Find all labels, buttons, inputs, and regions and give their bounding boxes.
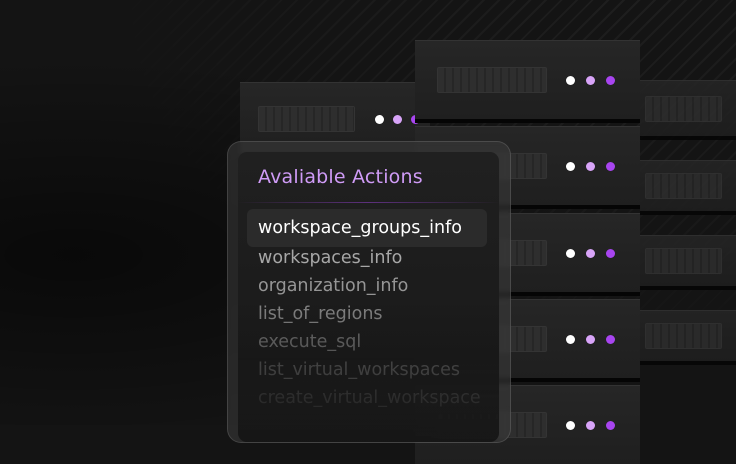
drive-bay-panel	[645, 173, 722, 199]
status-led-icon	[586, 75, 595, 85]
server-rack-back	[640, 80, 736, 425]
drive-bay-panel	[437, 67, 547, 93]
status-led-icon	[393, 114, 402, 124]
status-led-icon	[566, 248, 575, 258]
server-unit	[415, 40, 640, 119]
action-list: workspace_groups_info workspaces_info or…	[247, 209, 487, 412]
status-led-icon	[566, 420, 575, 430]
title-divider	[238, 202, 499, 203]
status-led-icon	[606, 248, 615, 258]
action-item-workspace-groups-info[interactable]: workspace_groups_info	[247, 209, 487, 247]
status-led-icon	[586, 334, 595, 344]
server-unit	[640, 310, 736, 361]
server-unit	[640, 80, 736, 136]
action-item-list-virtual-workspaces[interactable]: list_virtual_workspaces	[247, 356, 487, 384]
status-led-icon	[606, 420, 615, 430]
drive-bay-panel	[258, 106, 355, 132]
panel-title: Avaliable Actions	[258, 166, 423, 188]
drive-bay-panel	[645, 95, 722, 122]
server-unit	[640, 160, 736, 211]
action-item-organization-info[interactable]: organization_info	[247, 272, 487, 300]
action-item-workspaces-info[interactable]: workspaces_info	[247, 244, 487, 272]
action-item-create-virtual-workspace[interactable]: create_virtual_workspace	[247, 384, 487, 412]
action-item-execute-sql[interactable]: execute_sql	[247, 328, 487, 356]
status-led-icon	[566, 75, 575, 85]
status-led-icon	[606, 75, 615, 85]
status-led-icon	[566, 161, 575, 171]
actions-panel: Avaliable Actions workspace_groups_info …	[238, 152, 499, 442]
status-led-icon	[566, 334, 575, 344]
drive-bay-panel	[645, 248, 722, 274]
status-led-icon	[586, 420, 595, 430]
status-led-icon	[606, 161, 615, 171]
server-unit	[640, 235, 736, 286]
status-led-icon	[586, 248, 595, 258]
status-led-icon	[375, 114, 384, 124]
status-led-icon	[606, 334, 615, 344]
drive-bay-panel	[645, 323, 722, 349]
status-led-icon	[586, 161, 595, 171]
action-item-list-of-regions[interactable]: list_of_regions	[247, 300, 487, 328]
